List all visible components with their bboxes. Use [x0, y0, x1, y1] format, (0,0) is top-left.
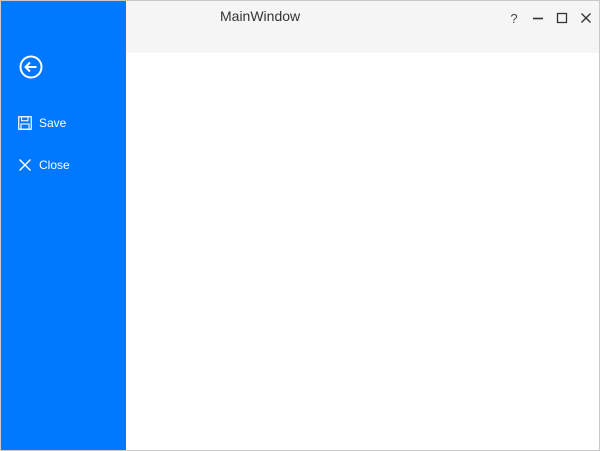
back-button[interactable]: [15, 51, 47, 83]
menu-item-save[interactable]: Save: [1, 109, 126, 137]
floppy-disk-icon: [17, 115, 33, 131]
help-button[interactable]: ?: [504, 9, 524, 27]
backstage-pane: Save Close: [1, 1, 126, 450]
content-area: [126, 53, 599, 450]
minimize-icon: [533, 17, 543, 20]
menu-item-label: Close: [39, 158, 70, 172]
help-icon: ?: [510, 10, 518, 26]
main-window: Save Close MainWindow ?: [0, 0, 600, 451]
minimize-button[interactable]: [528, 9, 548, 27]
close-window-button[interactable]: [576, 9, 596, 27]
title-bar[interactable]: MainWindow ?: [126, 1, 599, 53]
x-close-icon: [17, 157, 33, 173]
arrow-left-circle-icon: [19, 55, 43, 79]
window-title: MainWindow: [220, 8, 301, 24]
maximize-icon: [556, 12, 568, 24]
menu-item-label: Save: [39, 116, 67, 130]
close-icon: [581, 13, 591, 23]
menu-item-close[interactable]: Close: [1, 151, 126, 179]
maximize-button[interactable]: [552, 9, 572, 27]
